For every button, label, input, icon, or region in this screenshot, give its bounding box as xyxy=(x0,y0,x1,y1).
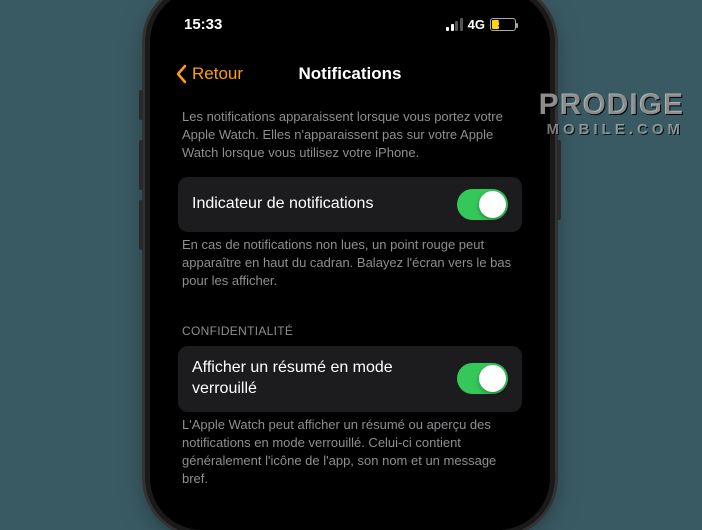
back-button[interactable]: Retour xyxy=(174,52,243,96)
privacy-section-label: Confidentialité xyxy=(178,304,522,346)
screen: 15:33 4G 30 Retour Notifications Les not… xyxy=(162,2,538,530)
nav-header: Retour Notifications xyxy=(162,52,538,96)
power-button xyxy=(557,140,561,220)
summary-desc: L'Apple Watch peut afficher un résumé ou… xyxy=(178,412,522,503)
chevron-left-icon xyxy=(174,64,188,84)
phone-frame: 15:33 4G 30 Retour Notifications Les not… xyxy=(150,0,550,530)
notifications-indicator-cell[interactable]: Indicateur de notifications xyxy=(178,177,522,232)
battery-icon: 30 xyxy=(490,18,516,31)
signal-icon xyxy=(446,18,463,31)
side-button xyxy=(139,90,143,120)
page-title: Notifications xyxy=(299,64,402,84)
notch xyxy=(260,2,440,32)
content[interactable]: Les notifications apparaissent lorsque v… xyxy=(162,96,538,502)
cell-label: Indicateur de notifications xyxy=(192,194,445,215)
volume-up-button xyxy=(139,140,143,190)
cell-label: Afficher un résumé en mode verrouillé xyxy=(192,358,445,400)
network-label: 4G xyxy=(468,17,485,32)
summary-locked-toggle[interactable] xyxy=(457,363,508,394)
summary-locked-cell[interactable]: Afficher un résumé en mode verrouillé xyxy=(178,346,522,412)
notifications-indicator-toggle[interactable] xyxy=(457,189,508,220)
volume-down-button xyxy=(139,200,143,250)
indicator-desc: En cas de notifications non lues, un poi… xyxy=(178,232,522,305)
watermark: PRODIGE MOBILE.COM xyxy=(539,90,684,137)
back-label: Retour xyxy=(192,64,243,84)
clock: 15:33 xyxy=(184,16,222,33)
intro-text: Les notifications apparaissent lorsque v… xyxy=(178,104,522,177)
